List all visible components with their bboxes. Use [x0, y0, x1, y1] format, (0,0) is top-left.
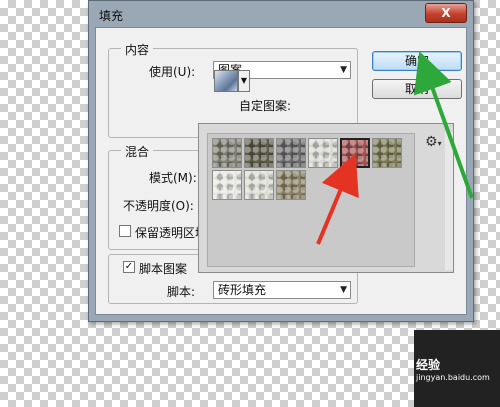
pattern-swatch-button[interactable] [214, 70, 238, 92]
pattern-tile-4[interactable] [308, 138, 338, 168]
pattern-tile-6[interactable] [372, 138, 402, 168]
chevron-down-icon: ▼ [340, 285, 347, 295]
pattern-tile-7[interactable] [212, 170, 242, 200]
close-button[interactable]: X [425, 3, 467, 23]
pattern-dropdown-arrow[interactable]: ▼ [238, 70, 250, 92]
pattern-tile-1[interactable] [212, 138, 242, 168]
use-label: 使用(U): [149, 65, 196, 79]
pattern-grid [207, 133, 415, 267]
script-label: 脚本: [167, 285, 196, 299]
ok-button[interactable]: 确定 [372, 51, 462, 71]
baidu-watermark: 经验 jingyan.baidu.com [416, 356, 490, 382]
cancel-button[interactable]: 取消 [372, 79, 462, 99]
mode-label: 模式(M): [149, 171, 197, 185]
gear-icon[interactable]: ⚙▾ [425, 134, 442, 150]
pattern-picker-panel: ⚙▾ [198, 123, 454, 273]
preserve-transparency-label: 保留透明区域 [135, 226, 208, 240]
opacity-label: 不透明度(O): [123, 199, 194, 213]
script-pattern-checkbox[interactable]: ✓ [123, 261, 135, 273]
pattern-tile-5[interactable] [340, 138, 370, 168]
script-select[interactable]: 砖形填充 ▼ [213, 281, 351, 299]
pattern-tile-9[interactable] [276, 170, 306, 200]
pattern-tile-8[interactable] [244, 170, 274, 200]
baidu-watermark-sub: jingyan.baidu.com [416, 373, 490, 382]
script-pattern-label: 脚本图案 [139, 262, 188, 276]
content-legend: 内容 [121, 41, 154, 58]
preserve-transparency-checkbox[interactable] [119, 225, 131, 237]
dialog-title: 填充 [99, 9, 124, 23]
pattern-tile-3[interactable] [276, 138, 306, 168]
picker-scrollbar[interactable] [445, 132, 453, 270]
pattern-tile-2[interactable] [244, 138, 274, 168]
script-select-value: 砖形填充 [218, 283, 267, 297]
blend-legend: 混合 [121, 143, 154, 160]
baidu-watermark-text: 经验 [416, 358, 441, 372]
chevron-down-icon: ▼ [340, 65, 347, 75]
title-bar[interactable]: 填充 X [89, 1, 473, 27]
custom-pattern-label: 自定图案: [239, 99, 292, 113]
